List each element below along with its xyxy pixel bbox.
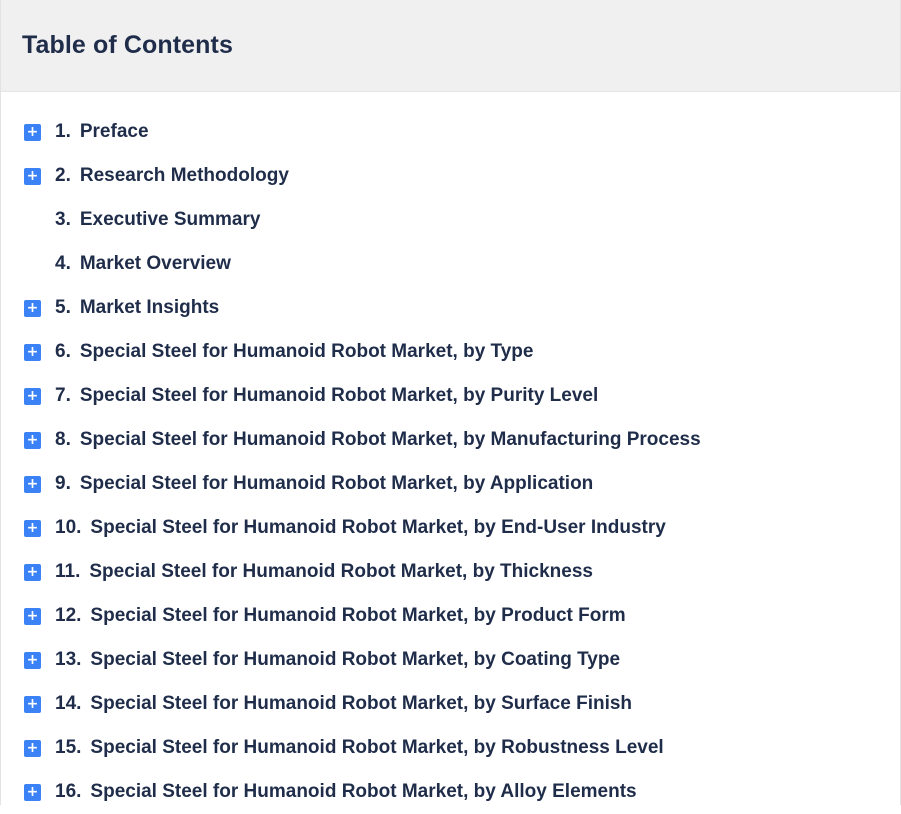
toc-item-label[interactable]: Special Steel for Humanoid Robot Market,… (90, 649, 620, 671)
toc-item-number: 5. (55, 297, 71, 318)
toc-item-4[interactable]: 4. Market Overview (1, 242, 900, 286)
toc-item-8[interactable]: +8. Special Steel for Humanoid Robot Mark… (1, 418, 900, 462)
toc-item-2[interactable]: +2. Research Methodology (1, 154, 900, 198)
plus-square-icon[interactable]: + (24, 343, 41, 361)
toc-item-label[interactable]: Special Steel for Humanoid Robot Market,… (80, 429, 701, 451)
toc-item-number: 15. (55, 737, 82, 758)
toc-item-13[interactable]: +13. Special Steel for Humanoid Robot Mar… (1, 638, 900, 682)
toc-item-number: 7. (55, 385, 71, 406)
plus-square-icon[interactable]: + (24, 431, 41, 449)
toc-item-label[interactable]: Special Steel for Humanoid Robot Market,… (80, 473, 593, 495)
toc-item-number: 6. (55, 341, 71, 362)
toc-item-label[interactable]: Special Steel for Humanoid Robot Market,… (90, 737, 663, 759)
toc-item-number: 10. (55, 517, 82, 538)
plus-square-icon[interactable]: + (24, 563, 41, 581)
toc-item-number: 12. (55, 605, 82, 626)
plus-square-icon[interactable]: + (24, 123, 41, 141)
toc-item-16[interactable]: +16. Special Steel for Humanoid Robot Mar… (1, 770, 900, 814)
plus-square-icon[interactable]: + (24, 607, 41, 625)
toc-item-3[interactable]: 3. Executive Summary (1, 198, 900, 242)
toc-item-number: 2. (55, 165, 71, 186)
plus-square-icon[interactable]: + (24, 783, 41, 801)
plus-square-icon[interactable]: + (24, 167, 41, 185)
toc-item-number: 1. (55, 121, 71, 142)
plus-square-icon[interactable]: + (24, 519, 41, 537)
toc-item-label[interactable]: Special Steel for Humanoid Robot Market,… (89, 561, 593, 583)
toc-item-label[interactable]: Market Insights (80, 297, 219, 319)
toc-header: Table of Contents (1, 0, 900, 92)
toc-item-label[interactable]: Executive Summary (80, 209, 261, 231)
toc-title: Table of Contents (22, 31, 233, 59)
toc-item-label[interactable]: Special Steel for Humanoid Robot Market,… (80, 385, 598, 407)
toc-item-1[interactable]: +1. Preface (1, 110, 900, 154)
toc-item-number: 16. (55, 781, 82, 802)
toc-item-number: 13. (55, 649, 82, 670)
toc-item-label[interactable]: Preface (80, 121, 149, 143)
toc-item-9[interactable]: +9. Special Steel for Humanoid Robot Mark… (1, 462, 900, 506)
plus-square-icon[interactable]: + (24, 651, 41, 669)
toc-item-number: 8. (55, 429, 71, 450)
toc-item-number: 3. (55, 209, 71, 230)
toc-list: +1. Preface +2. Research Methodology 3. Exe… (1, 110, 900, 814)
toc-item-number: 14. (55, 693, 82, 714)
toc-item-label[interactable]: Special Steel for Humanoid Robot Market,… (80, 341, 534, 363)
toc-item-12[interactable]: +12. Special Steel for Humanoid Robot Mar… (1, 594, 900, 638)
toc-item-number: 9. (55, 473, 71, 494)
plus-square-icon[interactable]: + (24, 387, 41, 405)
toc-item-label[interactable]: Special Steel for Humanoid Robot Market,… (90, 781, 636, 803)
plus-square-icon[interactable]: + (24, 739, 41, 757)
toc-item-label[interactable]: Special Steel for Humanoid Robot Market,… (90, 693, 632, 715)
toc-item-11[interactable]: +11. Special Steel for Humanoid Robot Mar… (1, 550, 900, 594)
plus-square-icon[interactable]: + (24, 299, 41, 317)
toc-item-label[interactable]: Special Steel for Humanoid Robot Market,… (90, 517, 665, 539)
toc-item-label[interactable]: Research Methodology (80, 165, 289, 187)
toc-panel: Table of Contents +1. Preface +2. Research… (0, 0, 901, 805)
toc-item-5[interactable]: +5. Market Insights (1, 286, 900, 330)
toc-item-number: 4. (55, 253, 71, 274)
plus-square-icon[interactable]: + (24, 695, 41, 713)
toc-item-7[interactable]: +7. Special Steel for Humanoid Robot Mark… (1, 374, 900, 418)
toc-item-number: 11. (55, 561, 81, 582)
toc-item-15[interactable]: +15. Special Steel for Humanoid Robot Mar… (1, 726, 900, 770)
plus-square-icon[interactable]: + (24, 475, 41, 493)
toc-item-label[interactable]: Market Overview (80, 253, 231, 275)
toc-item-6[interactable]: +6. Special Steel for Humanoid Robot Mark… (1, 330, 900, 374)
toc-item-14[interactable]: +14. Special Steel for Humanoid Robot Mar… (1, 682, 900, 726)
toc-item-10[interactable]: +10. Special Steel for Humanoid Robot Mar… (1, 506, 900, 550)
toc-item-label[interactable]: Special Steel for Humanoid Robot Market,… (90, 605, 625, 627)
